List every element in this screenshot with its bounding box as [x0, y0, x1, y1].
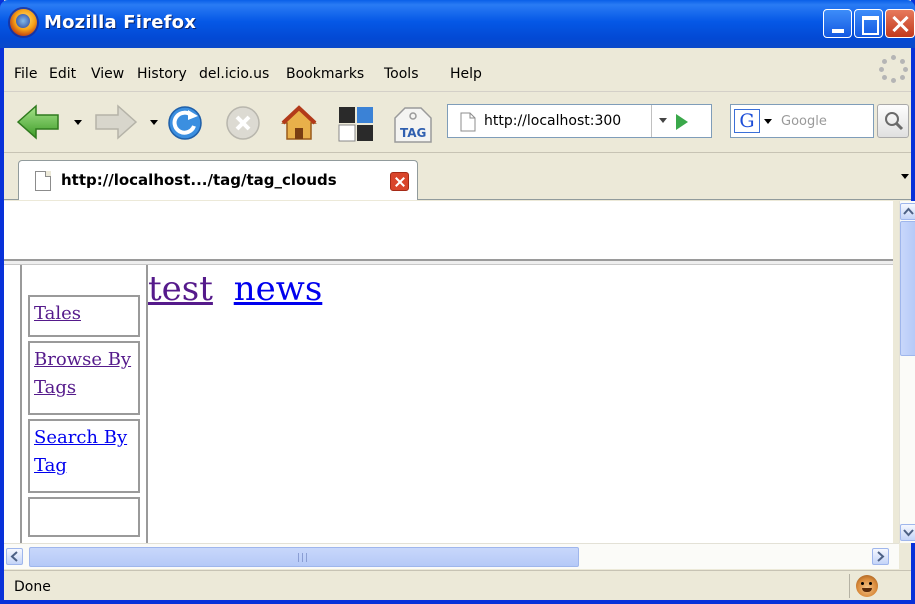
- close-window-button[interactable]: [885, 9, 915, 38]
- link-search-by-tag[interactable]: Search By Tag: [34, 427, 127, 476]
- forward-icon[interactable]: [92, 104, 140, 140]
- chevron-up-icon: [903, 207, 914, 215]
- chevron-left-icon: [10, 551, 18, 562]
- home-icon[interactable]: [279, 104, 319, 142]
- menu-file[interactable]: File: [14, 66, 37, 82]
- scroll-up-button[interactable]: [900, 203, 915, 220]
- menu-edit[interactable]: Edit: [49, 66, 76, 82]
- horizontal-scroll-thumb[interactable]: |||: [29, 547, 579, 567]
- scroll-left-button[interactable]: [6, 548, 23, 565]
- layout-icon[interactable]: [336, 104, 376, 142]
- chevron-right-icon: [877, 551, 885, 562]
- title-bar[interactable]: Mozilla Firefox: [0, 0, 915, 48]
- search-button[interactable]: [877, 104, 909, 138]
- firefox-logo-icon: [10, 9, 37, 36]
- forward-history-dropdown[interactable]: [150, 120, 158, 125]
- scroll-down-button[interactable]: [900, 524, 915, 541]
- horizontal-scrollbar[interactable]: |||: [4, 543, 899, 569]
- tag-icon[interactable]: TAG: [391, 104, 433, 144]
- menu-bar: File Edit View History del.icio.us Bookm…: [4, 48, 911, 92]
- go-icon[interactable]: [676, 114, 688, 130]
- menu-help[interactable]: Help: [450, 66, 482, 82]
- tab-tag-clouds[interactable]: http://localhost.../tag/tag_clouds: [18, 160, 418, 200]
- tag-cloud: test news: [148, 269, 322, 309]
- google-search-engine-icon[interactable]: G: [734, 109, 760, 133]
- menu-view[interactable]: View: [91, 66, 124, 82]
- reload-icon[interactable]: [166, 104, 206, 142]
- nav-cell-search: Search By Tag: [28, 419, 140, 493]
- maximize-button[interactable]: [854, 9, 883, 38]
- search-engine-dropdown[interactable]: [764, 119, 772, 124]
- back-icon[interactable]: [14, 104, 64, 140]
- chevron-down-icon: [903, 529, 914, 537]
- search-box[interactable]: G Google: [730, 104, 874, 138]
- page-icon: [35, 171, 51, 191]
- stop-icon[interactable]: [224, 104, 264, 142]
- menu-history[interactable]: History: [137, 66, 187, 82]
- status-bar: Done: [4, 570, 911, 600]
- tab-strip: http://localhost.../tag/tag_clouds: [4, 154, 911, 200]
- scroll-right-button[interactable]: [872, 548, 889, 565]
- throbber-icon: [879, 54, 909, 84]
- navigation-frame: Tales Browse By Tags Search By Tag: [20, 265, 148, 543]
- tag-link-news[interactable]: news: [234, 269, 323, 309]
- top-frame: [4, 201, 893, 259]
- tab-title[interactable]: http://localhost.../tag/tag_clouds: [61, 171, 337, 189]
- status-divider: [849, 574, 850, 598]
- browser-window: Mozilla Firefox File Edit View History d…: [0, 0, 915, 604]
- tab-list-dropdown[interactable]: [901, 174, 909, 179]
- page-icon: [460, 112, 476, 132]
- status-text: Done: [14, 579, 51, 595]
- page-content: Tales Browse By Tags Search By Tag test …: [4, 201, 893, 543]
- link-tales[interactable]: Tales: [34, 303, 81, 324]
- nav-cell-tales: Tales: [28, 295, 140, 337]
- tag-icon-label: TAG: [400, 126, 426, 140]
- close-tab-icon[interactable]: [390, 172, 409, 191]
- link-browse-by-tags[interactable]: Browse By Tags: [34, 349, 131, 398]
- greasemonkey-icon[interactable]: [856, 575, 878, 597]
- tag-link-test[interactable]: test: [148, 269, 213, 309]
- nav-cell-empty: [28, 497, 140, 537]
- url-text[interactable]: http://localhost:300: [484, 113, 621, 129]
- search-placeholder[interactable]: Google: [781, 114, 827, 129]
- url-history-dropdown[interactable]: [651, 105, 674, 137]
- back-history-dropdown[interactable]: [74, 120, 82, 125]
- grip-icon: |||: [297, 553, 310, 563]
- vertical-scroll-thumb[interactable]: [900, 221, 915, 356]
- menu-tools[interactable]: Tools: [384, 66, 419, 82]
- minimize-button[interactable]: [823, 9, 852, 38]
- window-title: Mozilla Firefox: [44, 12, 197, 33]
- url-bar[interactable]: http://localhost:300: [447, 104, 712, 138]
- magnifier-icon: [885, 112, 904, 131]
- menu-bookmarks[interactable]: Bookmarks: [286, 66, 364, 82]
- vertical-scrollbar[interactable]: [899, 201, 915, 543]
- nav-cell-browse: Browse By Tags: [28, 341, 140, 415]
- menu-delicious[interactable]: del.icio.us: [199, 66, 269, 82]
